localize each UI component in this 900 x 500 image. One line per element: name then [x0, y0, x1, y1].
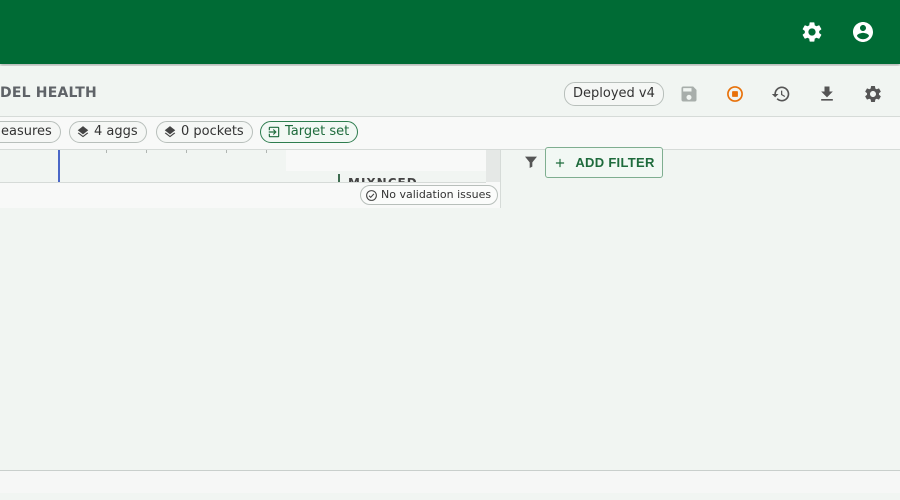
stop-circle-icon[interactable] — [725, 84, 745, 104]
check-circle-icon — [366, 189, 377, 201]
measures-chip[interactable]: easures — [0, 121, 61, 143]
canvas-scrollbar[interactable] — [486, 150, 500, 182]
canvas-node-label[interactable]: MIXNCED — [348, 176, 418, 182]
model-header — [0, 66, 900, 117]
gear-icon[interactable] — [800, 20, 824, 44]
canvas-node-header[interactable] — [286, 150, 486, 171]
account-circle-icon[interactable] — [851, 20, 875, 44]
layers-icon — [77, 126, 89, 138]
validation-status-badge[interactable]: No validation issues — [360, 185, 499, 205]
ruler-tick — [226, 150, 227, 153]
page-title: DEL HEALTH — [0, 85, 97, 101]
measures-chip-label: easures — [1, 124, 52, 139]
save-icon[interactable] — [679, 84, 699, 104]
pockets-chip-label: 0 pockets — [181, 124, 244, 139]
target-set-chip[interactable]: Target set — [260, 121, 359, 143]
add-filter-label: ADD FILTER — [575, 155, 655, 170]
exit-to-app-icon — [268, 126, 280, 138]
filter-icon — [523, 154, 539, 170]
status-bar — [0, 471, 900, 493]
app-top-bar — [0, 0, 900, 64]
history-icon[interactable] — [771, 84, 791, 104]
ruler-tick — [146, 150, 147, 153]
pockets-chip[interactable]: 0 pockets — [156, 121, 253, 143]
ruler-tick — [106, 150, 107, 153]
deployed-version-badge[interactable]: Deployed v4 — [564, 82, 664, 106]
aggs-chip[interactable]: 4 aggs — [69, 121, 147, 143]
settings-icon[interactable] — [863, 84, 883, 104]
ruler-tick — [186, 150, 187, 153]
node-accent-bar — [338, 174, 340, 182]
aggs-chip-label: 4 aggs — [94, 124, 138, 139]
validation-status-label: No validation issues — [381, 188, 492, 201]
plus-icon — [556, 158, 565, 167]
download-icon[interactable] — [817, 84, 837, 104]
add-filter-button[interactable]: ADD FILTER — [545, 147, 663, 178]
layers-icon — [164, 126, 176, 138]
ruler-tick — [266, 150, 267, 153]
target-set-chip-label: Target set — [285, 124, 350, 139]
canvas-cursor-line — [58, 150, 60, 182]
